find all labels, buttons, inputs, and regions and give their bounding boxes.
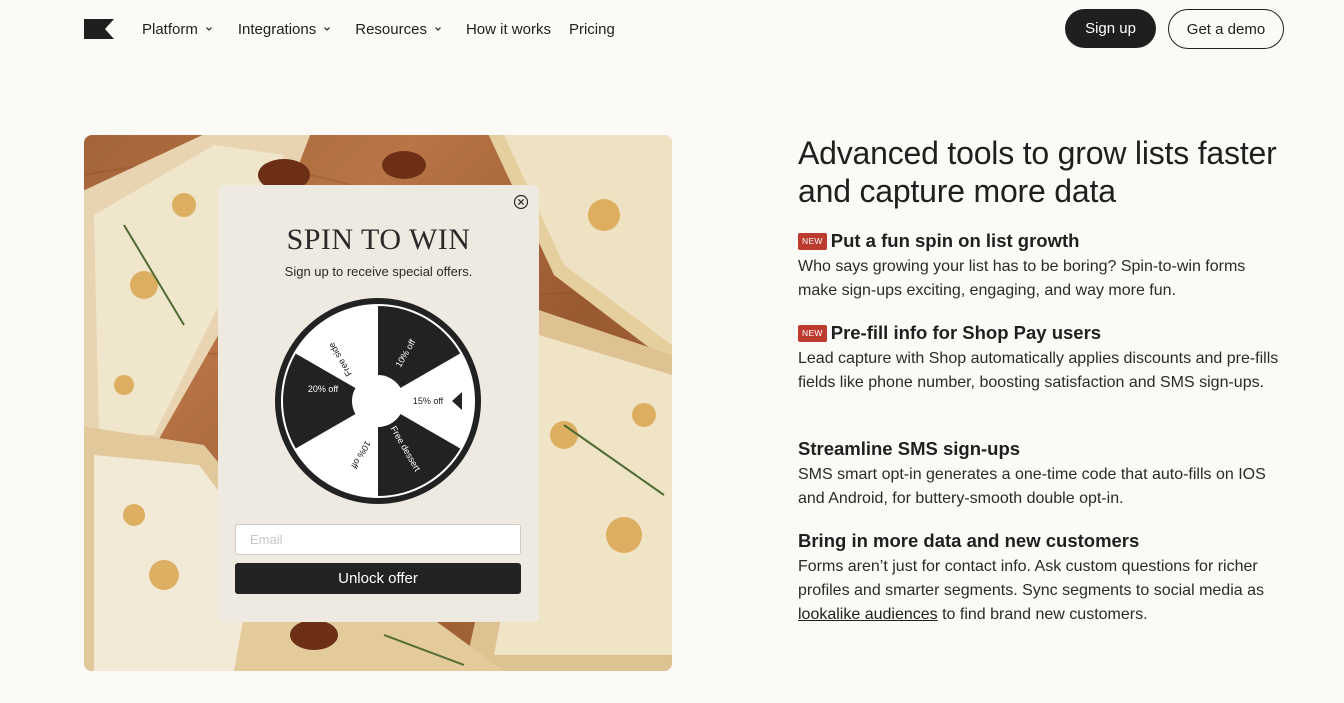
get-demo-button[interactable]: Get a demo (1168, 9, 1284, 49)
chevron-down-icon (205, 27, 212, 31)
lookalike-audiences-link[interactable]: lookalike audiences (798, 606, 938, 623)
nav-item-resources[interactable]: Resources (355, 19, 442, 39)
chevron-down-icon (435, 27, 441, 31)
feature-title: Put a fun spin on list growth (830, 230, 1080, 251)
feature-description-text: Forms aren’t just for contact info. Ask … (798, 558, 1264, 599)
new-badge: NEW (798, 324, 827, 342)
popup-title: SPIN TO WIN (286, 223, 471, 256)
chevron-down-icon (324, 27, 331, 31)
section-headline: Advanced tools to grow lists faster and … (798, 135, 1277, 209)
wheel-label: 20% off (308, 384, 339, 394)
feature-title-row: Streamline SMS sign-ups (798, 437, 1284, 461)
new-badge: NEW (798, 232, 827, 250)
feature-title: Bring in more data and new customers (798, 530, 1140, 551)
feature-title: Pre-fill info for Shop Pay users (830, 322, 1102, 343)
feature-description: SMS smart opt-in generates a one-time co… (798, 466, 1266, 507)
feature-data: Bring in more data and new customers For… (798, 529, 1284, 627)
feature-sms: Streamline SMS sign-ups SMS smart opt-in… (798, 437, 1284, 511)
popup-subtitle: Sign up to receive special offers. (284, 264, 473, 279)
feature-description: Forms aren’t just for contact info. Ask … (798, 555, 1284, 627)
feature-shop-pay: NEW Pre-fill info for Shop Pay users Lea… (798, 321, 1284, 395)
nav-item-platform[interactable]: Platform (142, 19, 213, 39)
nav-item-label: Pricing (568, 20, 615, 38)
nav-links: Platform Integrations Resources How it w… (142, 19, 615, 39)
top-nav: Platform Integrations Resources How it w… (0, 0, 1344, 58)
feature-title-row: Bring in more data and new customers (798, 529, 1284, 553)
unlock-offer-button[interactable]: Unlock offer (235, 563, 521, 594)
sign-up-button[interactable]: Sign up (1065, 9, 1156, 48)
feature-description: Who says growing your list has to be bor… (798, 258, 1246, 299)
feature-title: Streamline SMS sign-ups (798, 438, 1021, 459)
spin-to-win-popup: SPIN TO WIN Sign up to receive special o… (218, 185, 539, 622)
nav-item-how-it-works[interactable]: How it works (466, 19, 551, 39)
feature-description-text: to find brand new customers. (937, 606, 1148, 623)
feature-title-row: NEW Put a fun spin on list growth (798, 229, 1284, 253)
flag-icon[interactable] (84, 19, 114, 39)
close-icon[interactable] (513, 194, 529, 210)
feature-description: Lead capture with Shop automatically app… (798, 350, 1279, 391)
nav-item-pricing[interactable]: Pricing (569, 19, 615, 39)
nav-item-integrations[interactable]: Integrations (238, 19, 331, 39)
email-field[interactable] (235, 524, 521, 555)
nav-item-label: How it works (465, 20, 551, 38)
feature-title-row: NEW Pre-fill info for Shop Pay users (798, 321, 1284, 345)
prize-wheel[interactable]: 15% off 10% off Free side 20% off 10% of… (273, 296, 483, 506)
feature-spin: NEW Put a fun spin on list growth Who sa… (798, 229, 1284, 303)
nav-item-label: Integrations (237, 20, 317, 38)
nav-item-label: Resources (355, 20, 427, 38)
nav-item-label: Platform (142, 20, 198, 38)
wheel-label: 15% off (413, 396, 444, 406)
